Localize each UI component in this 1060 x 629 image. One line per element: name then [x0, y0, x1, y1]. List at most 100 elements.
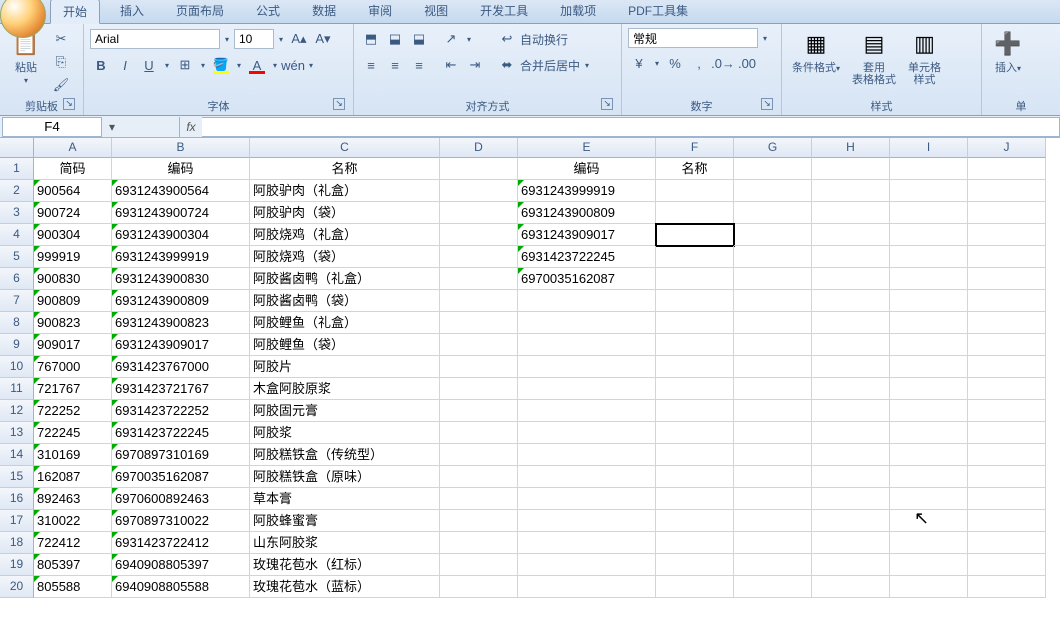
col-header-H[interactable]: H [812, 138, 890, 158]
cell[interactable] [656, 268, 734, 290]
cell[interactable] [440, 202, 518, 224]
col-header-C[interactable]: C [250, 138, 440, 158]
row-header[interactable]: 14 [0, 444, 34, 466]
chevron-down-icon[interactable]: ▾ [222, 35, 232, 44]
cell[interactable] [968, 202, 1046, 224]
cell[interactable]: 6931423722252 [112, 400, 250, 422]
row-header[interactable]: 1 [0, 158, 34, 180]
tab-4[interactable]: 数据 [300, 0, 348, 23]
cell[interactable]: 山东阿胶浆 [250, 532, 440, 554]
row-header[interactable]: 9 [0, 334, 34, 356]
cell[interactable]: 6931243900823 [112, 312, 250, 334]
cell[interactable]: 阿胶驴肉（袋） [250, 202, 440, 224]
cell[interactable]: 6931243900830 [112, 268, 250, 290]
cell[interactable]: 6931243900809 [112, 290, 250, 312]
cell[interactable] [518, 312, 656, 334]
cell[interactable] [968, 422, 1046, 444]
select-all-corner[interactable] [0, 138, 34, 158]
fill-color-icon[interactable]: 🪣 [210, 54, 232, 76]
tab-1[interactable]: 插入 [108, 0, 156, 23]
cell[interactable] [440, 400, 518, 422]
cell[interactable] [518, 532, 656, 554]
col-header-B[interactable]: B [112, 138, 250, 158]
cell[interactable] [968, 444, 1046, 466]
cell[interactable] [656, 554, 734, 576]
cell[interactable] [812, 400, 890, 422]
decrease-indent-icon[interactable]: ⇤ [440, 54, 462, 76]
cell[interactable] [656, 576, 734, 598]
row-header[interactable]: 11 [0, 378, 34, 400]
copy-icon[interactable]: ⎘ [50, 51, 72, 73]
tab-8[interactable]: 加载项 [548, 0, 608, 23]
row-header[interactable]: 17 [0, 510, 34, 532]
cell[interactable]: 310169 [34, 444, 112, 466]
chevron-down-icon[interactable]: ▾ [652, 59, 662, 68]
cell[interactable] [968, 378, 1046, 400]
cell[interactable]: 阿胶鲤鱼（礼盒） [250, 312, 440, 334]
cell[interactable]: 玫瑰花苞水（红标） [250, 554, 440, 576]
increase-indent-icon[interactable]: ⇥ [464, 54, 486, 76]
chevron-down-icon[interactable]: ▾ [198, 61, 208, 70]
cell[interactable] [656, 246, 734, 268]
cell[interactable] [812, 290, 890, 312]
cell[interactable] [968, 554, 1046, 576]
underline-button[interactable]: U [138, 54, 160, 76]
cell[interactable] [890, 290, 968, 312]
cell[interactable] [968, 510, 1046, 532]
cell[interactable] [890, 400, 968, 422]
cell[interactable] [734, 444, 812, 466]
cell[interactable]: 阿胶固元膏 [250, 400, 440, 422]
align-center-icon[interactable]: ≡ [384, 54, 406, 76]
cut-icon[interactable]: ✂ [50, 28, 72, 50]
cell[interactable] [812, 510, 890, 532]
cell[interactable]: 6931243909017 [112, 334, 250, 356]
cell[interactable] [734, 312, 812, 334]
col-header-F[interactable]: F [656, 138, 734, 158]
row-header[interactable]: 4 [0, 224, 34, 246]
tab-3[interactable]: 公式 [244, 0, 292, 23]
cell[interactable] [656, 444, 734, 466]
cell[interactable]: 编码 [518, 158, 656, 180]
chevron-down-icon[interactable]: ▾ [464, 35, 474, 44]
cell[interactable] [968, 180, 1046, 202]
cell[interactable] [440, 532, 518, 554]
cell[interactable]: 玫瑰花苞水（蓝标） [250, 576, 440, 598]
cell[interactable]: 阿胶烧鸡（礼盒） [250, 224, 440, 246]
cell[interactable] [440, 246, 518, 268]
number-format-input[interactable] [628, 28, 758, 48]
cell[interactable] [656, 400, 734, 422]
cell[interactable] [656, 466, 734, 488]
col-header-E[interactable]: E [518, 138, 656, 158]
cell[interactable] [812, 532, 890, 554]
cell[interactable]: 6970600892463 [112, 488, 250, 510]
cell[interactable] [968, 224, 1046, 246]
fx-icon[interactable]: fx [180, 120, 202, 134]
cell[interactable] [890, 356, 968, 378]
cell[interactable]: 900830 [34, 268, 112, 290]
align-bottom-icon[interactable]: ⬓ [408, 28, 430, 50]
cell[interactable]: 阿胶片 [250, 356, 440, 378]
cell[interactable] [812, 224, 890, 246]
cell[interactable] [890, 334, 968, 356]
cell[interactable] [518, 334, 656, 356]
chevron-down-icon[interactable]: ▾ [760, 34, 770, 43]
cell[interactable] [890, 246, 968, 268]
cell[interactable]: 名称 [656, 158, 734, 180]
launcher-icon[interactable]: ↘ [761, 98, 773, 110]
cell[interactable]: 阿胶糕铁盒（传统型） [250, 444, 440, 466]
orientation-icon[interactable]: ↗ [440, 28, 462, 50]
col-header-I[interactable]: I [890, 138, 968, 158]
cell[interactable]: 阿胶蜂蜜膏 [250, 510, 440, 532]
font-size-input[interactable] [234, 29, 274, 49]
cell[interactable] [518, 400, 656, 422]
merge-center-button[interactable]: ⬌ 合并后居中 ▾ [496, 54, 592, 76]
cell[interactable] [440, 180, 518, 202]
currency-icon[interactable]: ¥ [628, 52, 650, 74]
row-header[interactable]: 2 [0, 180, 34, 202]
cell[interactable] [440, 576, 518, 598]
cell[interactable]: 6931243900724 [112, 202, 250, 224]
cell[interactable] [890, 312, 968, 334]
cell[interactable] [734, 488, 812, 510]
col-header-J[interactable]: J [968, 138, 1046, 158]
cell[interactable] [812, 312, 890, 334]
